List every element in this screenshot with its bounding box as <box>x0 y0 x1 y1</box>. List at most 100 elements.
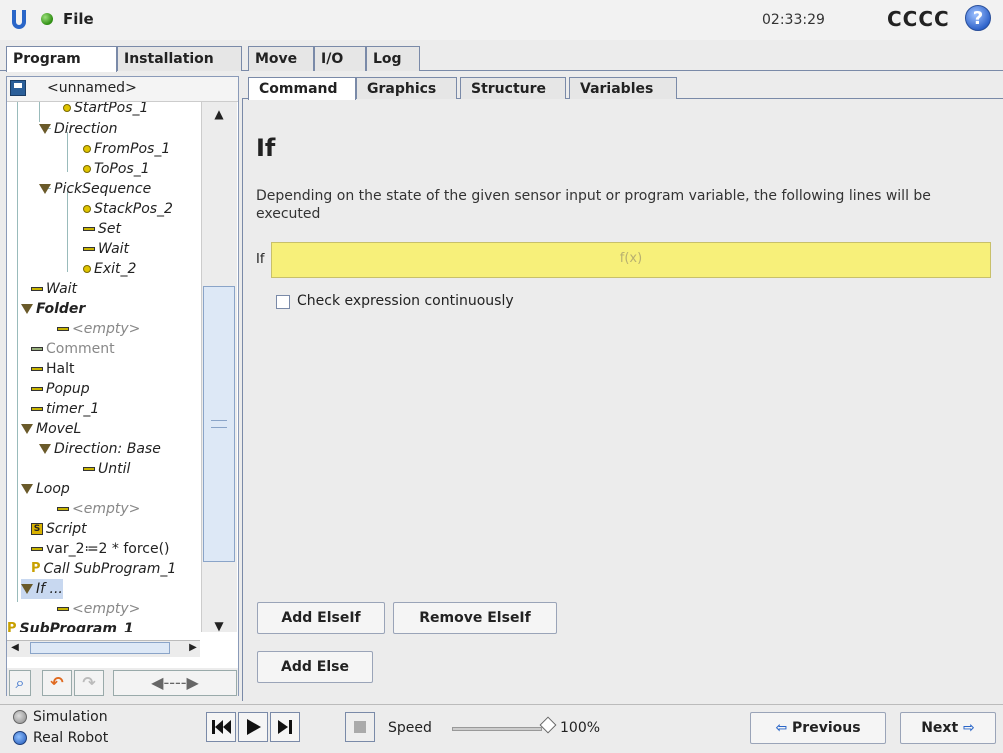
tree-node-topos[interactable]: ToPos_1 <box>83 159 150 179</box>
real-robot-label[interactable]: Real Robot <box>33 730 108 746</box>
tree-node-direction[interactable]: Direction <box>39 119 118 139</box>
tab-structure[interactable]: Structure <box>460 77 566 99</box>
speed-label: Speed <box>388 720 432 736</box>
tab-graphics[interactable]: Graphics <box>356 77 457 99</box>
tree-node-empty[interactable]: <empty> <box>57 599 140 619</box>
tree-node-if[interactable]: If ... <box>21 579 63 599</box>
tree-node-halt[interactable]: Halt <box>31 359 75 379</box>
tree-node-wait[interactable]: Wait <box>31 279 77 299</box>
add-else-button[interactable]: Add Else <box>257 651 373 683</box>
waypoint-icon <box>83 165 91 173</box>
check-continuously-checkbox[interactable] <box>276 295 290 309</box>
file-menu[interactable]: File <box>63 10 94 28</box>
tab-move[interactable]: Move <box>248 46 314 71</box>
tree-node-empty[interactable]: <empty> <box>57 499 140 519</box>
tab-log[interactable]: Log <box>366 46 420 71</box>
next-button[interactable]: Next ⇨ <box>900 712 996 744</box>
move-node-arrows-icon[interactable]: ◀----▶ <box>113 670 237 696</box>
speed-value: 100% <box>560 720 601 736</box>
tree-node-exit[interactable]: Exit_2 <box>83 259 136 279</box>
horizontal-scrollbar-thumb[interactable] <box>30 642 170 654</box>
expression-placeholder[interactable]: f(x) <box>271 251 991 266</box>
command-icon <box>57 507 69 511</box>
remove-elseif-button[interactable]: Remove ElseIf <box>393 602 557 634</box>
undo-icon[interactable]: ↶ <box>42 670 72 696</box>
redo-icon[interactable]: ↷ <box>74 670 104 696</box>
tree-node-direction-base[interactable]: Direction: Base <box>39 439 161 459</box>
tree-node-assignment[interactable]: var_2≔2 * force() <box>31 539 170 559</box>
waypoint-icon <box>83 265 91 273</box>
skip-to-start-button[interactable] <box>206 712 236 742</box>
expand-triangle-icon <box>21 584 33 594</box>
command-description: Depending on the state of the given sens… <box>256 188 931 222</box>
search-icon[interactable]: ⌕ <box>9 670 31 696</box>
add-elseif-button[interactable]: Add ElseIf <box>257 602 385 634</box>
expand-triangle-icon <box>39 184 51 194</box>
scroll-right-icon[interactable]: ▶ <box>186 641 200 655</box>
program-tree: StartPos_1 Direction FromPos_1 ToPos_1 P… <box>7 102 201 632</box>
simulation-radio[interactable] <box>13 710 27 724</box>
tab-variables[interactable]: Variables <box>569 77 677 99</box>
top-bar <box>0 0 1003 40</box>
scroll-left-icon[interactable]: ◀ <box>8 641 22 655</box>
tab-command[interactable]: Command <box>248 77 356 100</box>
help-icon[interactable]: ? <box>965 5 991 31</box>
tree-node-loop[interactable]: Loop <box>21 479 70 499</box>
waypoint-icon <box>83 205 91 213</box>
command-icon <box>31 387 43 391</box>
tree-node-set[interactable]: Set <box>83 219 121 239</box>
real-robot-radio[interactable] <box>13 731 27 745</box>
subprogram-icon: P <box>7 621 17 632</box>
stop-button[interactable] <box>345 712 375 742</box>
tree-node-frompos[interactable]: FromPos_1 <box>83 139 170 159</box>
page-title: If <box>256 134 276 162</box>
play-button[interactable] <box>238 712 268 742</box>
universal-robots-logo-icon <box>10 8 28 30</box>
command-icon <box>31 347 43 351</box>
program-name: <unnamed> <box>47 80 137 96</box>
tab-installation[interactable]: Installation <box>117 46 242 71</box>
command-icon <box>57 327 69 331</box>
command-icon <box>31 547 43 551</box>
tree-node-empty[interactable]: <empty> <box>57 319 140 339</box>
tree-node-folder[interactable]: Folder <box>21 299 85 319</box>
command-icon <box>31 407 43 411</box>
tree-node-comment[interactable]: Comment <box>31 339 115 359</box>
expand-triangle-icon <box>21 304 33 314</box>
tree-node-popup[interactable]: Popup <box>31 379 90 399</box>
if-label: If <box>256 252 265 267</box>
expand-triangle-icon <box>39 444 51 454</box>
tab-program[interactable]: Program <box>6 46 117 72</box>
check-continuously-label[interactable]: Check expression continuously <box>297 293 514 309</box>
save-icon[interactable] <box>10 80 26 96</box>
scroll-up-icon[interactable]: ▲ <box>202 104 236 124</box>
waypoint-icon <box>83 145 91 153</box>
tree-node-stackpos[interactable]: StackPos_2 <box>83 199 173 219</box>
tree-node-script[interactable]: S Script <box>31 519 87 539</box>
previous-button[interactable]: ⇦ Previous <box>750 712 886 744</box>
previous-label: Previous <box>792 720 861 736</box>
tree-node-wait[interactable]: Wait <box>83 239 129 259</box>
tree-node-timer[interactable]: timer_1 <box>31 399 99 419</box>
tree-node-until[interactable]: Until <box>83 459 130 479</box>
play-icon <box>247 719 261 735</box>
skip-back-icon <box>212 720 231 734</box>
command-icon <box>83 247 95 251</box>
scroll-down-icon[interactable]: ▼ <box>202 618 236 634</box>
tree-node-picksequence[interactable]: PickSequence <box>39 179 151 199</box>
step-button[interactable] <box>270 712 300 742</box>
command-icon <box>31 287 43 291</box>
command-icon <box>83 227 95 231</box>
tree-node-startpos[interactable]: StartPos_1 <box>63 102 148 118</box>
robot-name: CCCC <box>887 7 950 31</box>
speed-slider[interactable] <box>452 727 542 731</box>
scrollbar-grip-icon <box>211 420 227 428</box>
tree-node-call-subprogram[interactable]: P Call SubProgram_1 <box>31 559 176 579</box>
expand-triangle-icon <box>21 424 33 434</box>
simulation-label[interactable]: Simulation <box>33 709 108 725</box>
tab-io[interactable]: I/O <box>314 46 366 71</box>
arrow-left-icon: ⇦ <box>775 720 788 736</box>
tree-node-subprogram[interactable]: P SubProgram_1 <box>7 619 134 632</box>
command-icon <box>57 607 69 611</box>
tree-node-movel[interactable]: MoveL <box>21 419 81 439</box>
